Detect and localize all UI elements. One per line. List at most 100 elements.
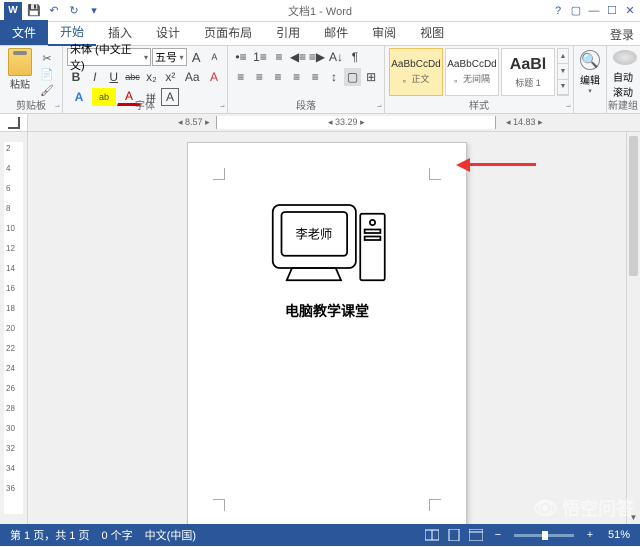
change-case-button[interactable]: Aa (180, 68, 204, 86)
numbering-button[interactable]: 1≡ (251, 48, 269, 66)
align-left-button[interactable]: ≡ (232, 68, 250, 86)
chevron-down-icon: ▾ (588, 87, 592, 95)
vertical-scrollbar[interactable]: ▲ ▼ (626, 132, 640, 524)
tab-selector[interactable] (0, 114, 28, 131)
tab-mailings[interactable]: 邮件 (312, 20, 360, 45)
ruler-left-val: 8.57 (185, 117, 203, 127)
status-bar: 第 1 页，共 1 页 0 个字 中文(中国) − + 51% (0, 524, 640, 546)
undo-icon[interactable]: ↶ (46, 3, 62, 19)
align-distribute-button[interactable]: ≡ (307, 68, 325, 86)
zoom-level[interactable]: 51% (602, 529, 636, 541)
ribbon-options-icon[interactable]: ▢ (568, 3, 584, 19)
autoscroll-label: 自动滚动 (613, 69, 637, 99)
minimize-icon[interactable]: — (586, 3, 602, 19)
superscript-button[interactable]: x² (161, 68, 179, 86)
zoom-in-icon[interactable]: + (580, 527, 600, 543)
zoom-slider-knob[interactable] (542, 531, 548, 540)
tab-file[interactable]: 文件 (0, 20, 48, 45)
font-group-label: 字体 (63, 100, 227, 113)
bold-button[interactable]: B (67, 68, 85, 86)
underline-button[interactable]: U (105, 68, 123, 86)
style-heading1[interactable]: AaBl 标题 1 (501, 48, 555, 96)
tab-references[interactable]: 引用 (264, 20, 312, 45)
horizontal-ruler[interactable]: ◂ 8.57 ▸ ◂ 33.29 ▸ ◂ 14.83 ▸ (28, 114, 640, 131)
zoom-slider[interactable] (514, 534, 574, 537)
status-page[interactable]: 第 1 页，共 1 页 (4, 527, 95, 543)
style-preview: AaBbCcDd (391, 59, 440, 70)
redo-icon[interactable]: ↻ (66, 3, 82, 19)
style-name: 。正文 (402, 72, 429, 85)
italic-button[interactable]: I (86, 68, 104, 86)
scroll-down-icon[interactable]: ▼ (627, 510, 640, 524)
multilevel-list-button[interactable]: ≡ (270, 48, 288, 66)
ruler-right-val: 14.83 (513, 117, 536, 127)
view-read-mode-icon[interactable] (422, 527, 442, 543)
document-area[interactable]: 李老师 电脑教学课堂 (28, 132, 626, 524)
tab-review[interactable]: 审阅 (360, 20, 408, 45)
subscript-button[interactable]: x₂ (143, 68, 161, 86)
shading-button[interactable]: ▢ (344, 68, 362, 86)
group-editing[interactable]: 编辑 ▾ (574, 46, 607, 113)
strikethrough-button[interactable]: abc (124, 68, 142, 86)
ruler-tick: 12 (6, 244, 15, 253)
grow-font-icon[interactable]: A (188, 48, 205, 66)
view-print-layout-icon[interactable] (444, 527, 464, 543)
font-size-combo[interactable]: 五号▾ (152, 48, 187, 66)
tab-design[interactable]: 设计 (144, 20, 192, 45)
workspace: 24681012141618202224262830323436 (0, 132, 640, 524)
help-icon[interactable]: ? (550, 3, 566, 19)
sort-button[interactable]: A↓ (327, 48, 345, 66)
borders-button[interactable]: ⊞ (362, 68, 380, 86)
tab-layout[interactable]: 页面布局 (192, 20, 264, 45)
align-right-button[interactable]: ≡ (269, 68, 287, 86)
window-controls: ? ▢ — ☐ ✕ (550, 3, 638, 19)
styles-group-label: 样式 (385, 100, 573, 113)
clipboard-label: 剪贴板 (0, 100, 62, 113)
chevron-down-icon[interactable]: ▾ (180, 53, 184, 62)
align-justify-button[interactable]: ≡ (288, 68, 306, 86)
group-newgroup[interactable]: 自动滚动 新建组 (607, 46, 640, 113)
ruler-tick: 2 (6, 144, 10, 153)
cut-icon[interactable]: ✂ (38, 50, 56, 66)
computer-clipart[interactable]: 李老师 (257, 198, 397, 297)
status-words[interactable]: 0 个字 (95, 527, 138, 543)
clear-formatting-icon[interactable]: A (205, 68, 223, 86)
monitor-text: 李老师 (296, 226, 333, 241)
vertical-ruler[interactable]: 24681012141618202224262830323436 (0, 132, 28, 524)
copy-icon[interactable]: 📄 (38, 66, 56, 82)
status-language[interactable]: 中文(中国) (139, 527, 202, 543)
style-scroll-down-icon[interactable]: ▼ (558, 64, 568, 79)
style-expand-icon[interactable]: ▼ (558, 80, 568, 95)
shrink-font-icon[interactable]: A (206, 48, 223, 66)
find-icon (580, 50, 600, 70)
chevron-down-icon[interactable]: ▾ (144, 53, 148, 62)
save-icon[interactable]: 💾 (26, 3, 42, 19)
maximize-icon[interactable]: ☐ (604, 3, 620, 19)
zoom-out-icon[interactable]: − (488, 527, 508, 543)
style-normal[interactable]: AaBbCcDd 。正文 (389, 48, 443, 96)
format-painter-icon[interactable]: 🖌 (38, 83, 56, 99)
font-family-combo[interactable]: 宋体 (中文正文)▾ (67, 48, 151, 66)
word-icon[interactable]: W (4, 2, 22, 20)
style-preview: AaBbCcDd (447, 59, 496, 70)
qat-more-icon[interactable]: ▾ (86, 3, 102, 19)
show-marks-button[interactable]: ¶ (346, 48, 364, 66)
decrease-indent-button[interactable]: ◀≡ (289, 48, 307, 66)
line-spacing-button[interactable]: ↕ (325, 68, 343, 86)
page[interactable]: 李老师 电脑教学课堂 (187, 142, 467, 524)
scrollbar-thumb[interactable] (629, 136, 638, 276)
style-scroll-up-icon[interactable]: ▲ (558, 49, 568, 64)
style-preview: AaBl (510, 56, 546, 74)
view-web-layout-icon[interactable] (466, 527, 486, 543)
style-no-spacing[interactable]: AaBbCcDd 。无间隔 (445, 48, 499, 96)
align-center-button[interactable]: ≡ (251, 68, 269, 86)
red-arrow-annotation (456, 159, 536, 171)
group-clipboard: 粘贴 ✂ 📄 🖌 剪贴板 (0, 46, 63, 113)
close-icon[interactable]: ✕ (622, 3, 638, 19)
ruler-center-val: 33.29 (335, 117, 358, 127)
sign-in-link[interactable]: 登录 (610, 26, 634, 43)
document-caption[interactable]: 电脑教学课堂 (188, 301, 466, 321)
increase-indent-button[interactable]: ≡▶ (308, 48, 326, 66)
bullets-button[interactable]: •≡ (232, 48, 250, 66)
tab-view[interactable]: 视图 (408, 20, 456, 45)
